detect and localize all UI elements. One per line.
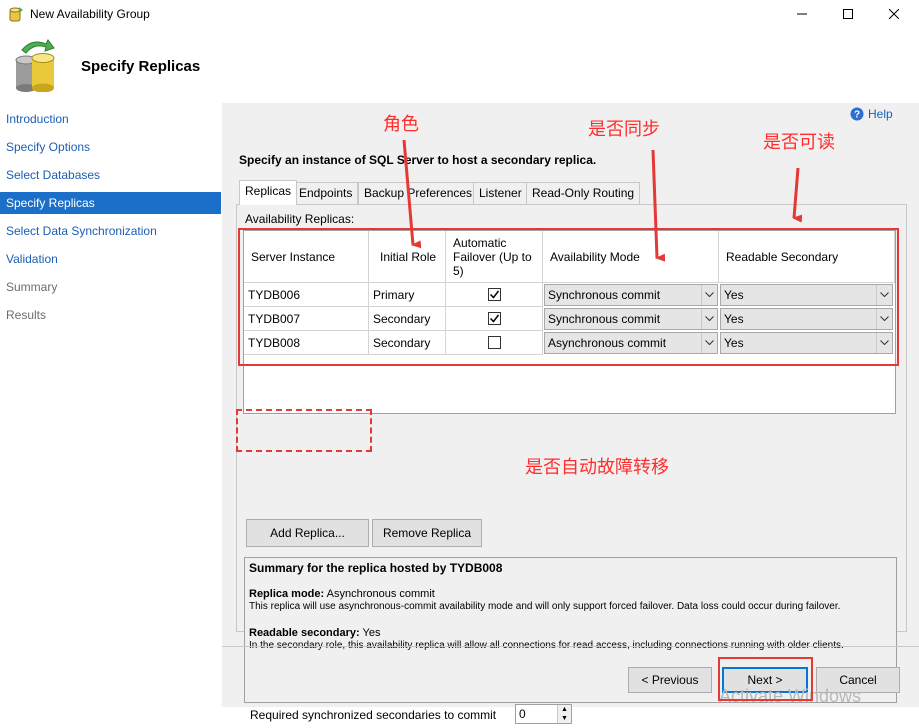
database-wizard-icon [15, 39, 55, 92]
tab-read-only-routing[interactable]: Read-Only Routing [526, 182, 641, 204]
nav-item-specify-replicas[interactable]: Specify Replicas [0, 192, 221, 214]
stepper-down-icon[interactable]: ▼ [557, 714, 571, 723]
tab-listener[interactable]: Listener [473, 182, 528, 204]
summary-mode: Replica mode: Asynchronous commit [249, 588, 435, 600]
annotation-sync: 是否同步 [588, 119, 660, 140]
app-icon [9, 7, 23, 22]
required-secondaries-stepper[interactable]: 0 ▲ ▼ [515, 704, 572, 724]
wizard-header: Specify Replicas [0, 30, 919, 102]
help-icon: ? [850, 107, 864, 121]
summary-mode-label: Replica mode: [249, 588, 325, 600]
annotation-next-highlight [718, 657, 813, 701]
annotation-add-replica-highlight [236, 409, 372, 452]
tab-endpoints[interactable]: Endpoints [293, 182, 359, 204]
help-link[interactable]: ? Help [850, 107, 893, 121]
minimize-button[interactable] [779, 0, 825, 28]
nav-item-introduction[interactable]: Introduction [0, 108, 221, 130]
summary-mode-description: This replica will use asynchronous-commi… [249, 601, 841, 612]
page-title: Specify Replicas [81, 58, 201, 75]
help-label: Help [868, 107, 893, 121]
add-replica-button[interactable]: Add Replica... [246, 519, 369, 547]
nav-item-validation[interactable]: Validation [0, 248, 221, 270]
annotation-role: 角色 [383, 114, 419, 135]
wizard-navigation: Introduction Specify Options Select Data… [0, 103, 221, 707]
annotation-readable: 是否可读 [763, 132, 835, 153]
maximize-button[interactable] [825, 0, 871, 28]
required-secondaries-label: Required synchronized secondaries to com… [250, 708, 497, 722]
summary-readable-value: Yes [362, 627, 381, 639]
annotation-failover: 是否自动故障转移 [525, 457, 669, 478]
title-bar: New Availability Group [0, 0, 919, 30]
summary-readable-label: Readable secondary: [249, 627, 360, 639]
minimize-icon [797, 13, 807, 15]
summary-title: Summary for the replica hosted by TYDB00… [249, 561, 503, 575]
nav-item-select-data-synchronization[interactable]: Select Data Synchronization [0, 220, 221, 242]
svg-text:?: ? [854, 110, 860, 121]
window-title: New Availability Group [30, 7, 150, 21]
summary-mode-value: Asynchronous commit [326, 588, 435, 600]
instruction-text: Specify an instance of SQL Server to hos… [239, 153, 597, 167]
tab-replicas[interactable]: Replicas [239, 180, 298, 205]
close-button[interactable] [871, 0, 917, 28]
previous-button[interactable]: < Previous [628, 667, 712, 693]
availability-replicas-label: Availability Replicas: [245, 212, 355, 226]
remove-replica-button[interactable]: Remove Replica [372, 519, 482, 547]
maximize-icon [843, 9, 853, 19]
main-content: ? Help Specify an instance of SQL Server… [222, 103, 919, 724]
nav-item-results: Results [6, 308, 47, 322]
nav-item-select-databases[interactable]: Select Databases [0, 164, 221, 186]
close-icon [889, 9, 899, 19]
nav-item-summary: Summary [6, 280, 58, 294]
required-secondaries-value: 0 [519, 707, 526, 721]
tab-backup-preferences[interactable]: Backup Preferences [358, 182, 479, 204]
annotation-grid-highlight [238, 228, 899, 366]
footer-divider [222, 646, 919, 647]
nav-item-specify-options[interactable]: Specify Options [0, 136, 221, 158]
summary-readable: Readable secondary: Yes [249, 627, 380, 639]
